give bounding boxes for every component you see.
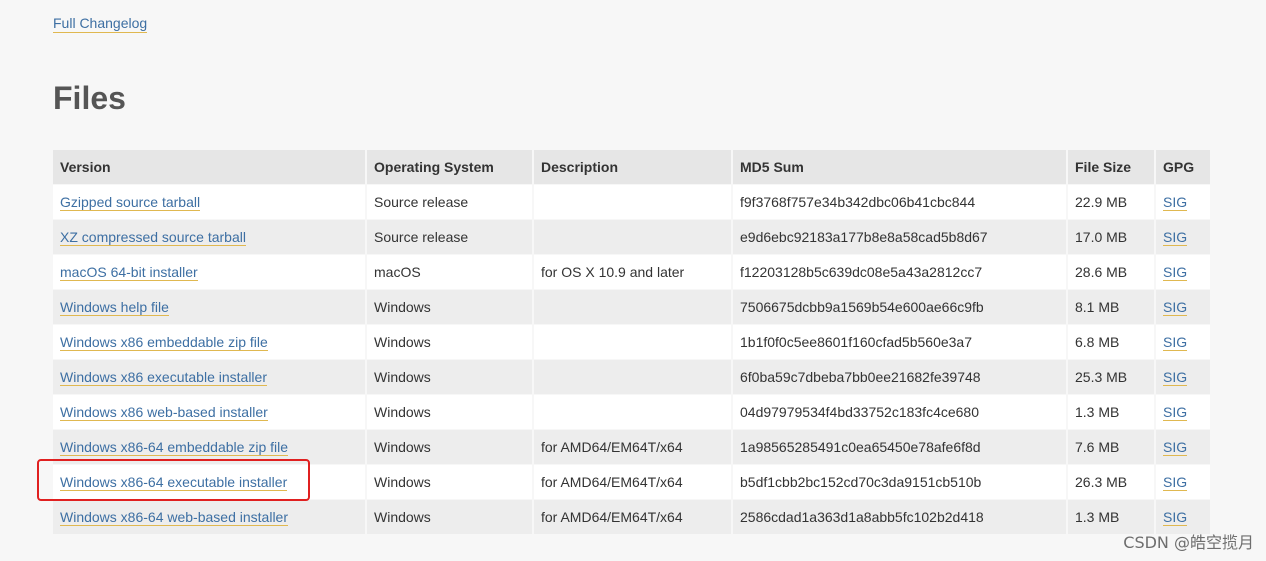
md5-cell: e9d6ebc92183a177b8e8a58cad5b8d67 bbox=[733, 220, 1066, 254]
md5-cell: f12203128b5c639dc08e5a43a2812cc7 bbox=[733, 255, 1066, 289]
version-link[interactable]: Windows x86-64 executable installer bbox=[60, 473, 288, 491]
description-cell bbox=[534, 220, 731, 254]
gpg-cell: SIG bbox=[1156, 395, 1210, 429]
version-link[interactable]: Windows x86 web-based installer bbox=[60, 403, 268, 421]
gpg-cell: SIG bbox=[1156, 360, 1210, 394]
gpg-cell: SIG bbox=[1156, 290, 1210, 324]
table-row: Windows x86-64 web-based installer Windo… bbox=[53, 500, 1210, 534]
size-cell: 8.1 MB bbox=[1068, 290, 1154, 324]
sig-link[interactable]: SIG bbox=[1163, 368, 1188, 386]
version-link[interactable]: XZ compressed source tarball bbox=[60, 228, 246, 246]
gpg-cell: SIG bbox=[1156, 465, 1210, 499]
version-link[interactable]: Windows x86 executable installer bbox=[60, 368, 267, 386]
size-cell: 1.3 MB bbox=[1068, 395, 1154, 429]
md5-cell: f9f3768f757e34b342dbc06b41cbc844 bbox=[733, 185, 1066, 219]
files-table: Version Operating System Description MD5… bbox=[51, 149, 1212, 535]
sig-link[interactable]: SIG bbox=[1163, 438, 1188, 456]
table-row: Windows help file Windows 7506675dcbb9a1… bbox=[53, 290, 1210, 324]
sig-link[interactable]: SIG bbox=[1163, 263, 1188, 281]
sig-link[interactable]: SIG bbox=[1163, 403, 1188, 421]
table-row: Windows x86-64 embeddable zip file Windo… bbox=[53, 430, 1210, 464]
version-cell: Windows x86 embeddable zip file bbox=[53, 325, 365, 359]
gpg-cell: SIG bbox=[1156, 220, 1210, 254]
files-heading: Files bbox=[53, 80, 126, 116]
version-cell: Windows x86-64 embeddable zip file bbox=[53, 430, 365, 464]
table-row: Windows x86 executable installer Windows… bbox=[53, 360, 1210, 394]
os-cell: macOS bbox=[367, 255, 532, 289]
size-cell: 7.6 MB bbox=[1068, 430, 1154, 464]
description-cell: for AMD64/EM64T/x64 bbox=[534, 430, 731, 464]
md5-cell: 1a98565285491c0ea65450e78afe6f8d bbox=[733, 430, 1066, 464]
full-changelog-link[interactable]: Full Changelog bbox=[53, 14, 148, 33]
version-link[interactable]: Windows x86-64 web-based installer bbox=[60, 508, 288, 526]
md5-cell: 6f0ba59c7dbeba7bb0ee21682fe39748 bbox=[733, 360, 1066, 394]
sig-link[interactable]: SIG bbox=[1163, 228, 1188, 246]
description-cell bbox=[534, 360, 731, 394]
gpg-cell: SIG bbox=[1156, 255, 1210, 289]
os-cell: Source release bbox=[367, 220, 532, 254]
md5-cell: 04d97979534f4bd33752c183fc4ce680 bbox=[733, 395, 1066, 429]
version-link[interactable]: Windows x86 embeddable zip file bbox=[60, 333, 268, 351]
version-cell: Gzipped source tarball bbox=[53, 185, 365, 219]
description-cell: for OS X 10.9 and later bbox=[534, 255, 731, 289]
version-link[interactable]: macOS 64-bit installer bbox=[60, 263, 198, 281]
version-cell: Windows x86 executable installer bbox=[53, 360, 365, 394]
version-cell: macOS 64-bit installer bbox=[53, 255, 365, 289]
table-row: XZ compressed source tarball Source rele… bbox=[53, 220, 1210, 254]
description-cell: for AMD64/EM64T/x64 bbox=[534, 465, 731, 499]
os-cell: Windows bbox=[367, 395, 532, 429]
gpg-cell: SIG bbox=[1156, 185, 1210, 219]
table-row: Gzipped source tarball Source release f9… bbox=[53, 185, 1210, 219]
version-cell: Windows x86-64 web-based installer bbox=[53, 500, 365, 534]
header-md5-sum: MD5 Sum bbox=[733, 150, 1066, 184]
gpg-cell: SIG bbox=[1156, 325, 1210, 359]
md5-cell: 2586cdad1a363d1a8abb5fc102b2d418 bbox=[733, 500, 1066, 534]
description-cell: for AMD64/EM64T/x64 bbox=[534, 500, 731, 534]
table-row: Windows x86-64 executable installer Wind… bbox=[53, 465, 1210, 499]
os-cell: Windows bbox=[367, 430, 532, 464]
md5-cell: b5df1cbb2bc152cd70c3da9151cb510b bbox=[733, 465, 1066, 499]
header-gpg: GPG bbox=[1156, 150, 1210, 184]
description-cell bbox=[534, 185, 731, 219]
gpg-cell: SIG bbox=[1156, 430, 1210, 464]
sig-link[interactable]: SIG bbox=[1163, 508, 1188, 526]
header-version: Version bbox=[53, 150, 365, 184]
description-cell bbox=[534, 290, 731, 324]
version-cell: Windows help file bbox=[53, 290, 365, 324]
size-cell: 17.0 MB bbox=[1068, 220, 1154, 254]
header-file-size: File Size bbox=[1068, 150, 1154, 184]
sig-link[interactable]: SIG bbox=[1163, 298, 1188, 316]
table-row: Windows x86 embeddable zip file Windows … bbox=[53, 325, 1210, 359]
os-cell: Windows bbox=[367, 325, 532, 359]
os-cell: Windows bbox=[367, 500, 532, 534]
size-cell: 22.9 MB bbox=[1068, 185, 1154, 219]
os-cell: Windows bbox=[367, 465, 532, 499]
version-link[interactable]: Gzipped source tarball bbox=[60, 193, 201, 211]
version-cell: Windows x86-64 executable installer bbox=[53, 465, 365, 499]
version-link[interactable]: Windows x86-64 embeddable zip file bbox=[60, 438, 289, 456]
sig-link[interactable]: SIG bbox=[1163, 333, 1188, 351]
description-cell bbox=[534, 395, 731, 429]
version-cell: Windows x86 web-based installer bbox=[53, 395, 365, 429]
sig-link[interactable]: SIG bbox=[1163, 193, 1188, 211]
os-cell: Windows bbox=[367, 290, 532, 324]
table-row: Windows x86 web-based installer Windows … bbox=[53, 395, 1210, 429]
size-cell: 6.8 MB bbox=[1068, 325, 1154, 359]
size-cell: 28.6 MB bbox=[1068, 255, 1154, 289]
sig-link[interactable]: SIG bbox=[1163, 473, 1188, 491]
size-cell: 25.3 MB bbox=[1068, 360, 1154, 394]
description-cell bbox=[534, 325, 731, 359]
csdn-watermark: CSDN @皓空揽月 bbox=[1123, 533, 1254, 552]
os-cell: Source release bbox=[367, 185, 532, 219]
header-description: Description bbox=[534, 150, 731, 184]
header-operating-system: Operating System bbox=[367, 150, 532, 184]
version-cell: XZ compressed source tarball bbox=[53, 220, 365, 254]
size-cell: 26.3 MB bbox=[1068, 465, 1154, 499]
table-row: macOS 64-bit installer macOS for OS X 10… bbox=[53, 255, 1210, 289]
version-link[interactable]: Windows help file bbox=[60, 298, 169, 316]
md5-cell: 7506675dcbb9a1569b54e600ae66c9fb bbox=[733, 290, 1066, 324]
table-header-row: Version Operating System Description MD5… bbox=[53, 150, 1210, 184]
md5-cell: 1b1f0f0c5ee8601f160cfad5b560e3a7 bbox=[733, 325, 1066, 359]
os-cell: Windows bbox=[367, 360, 532, 394]
